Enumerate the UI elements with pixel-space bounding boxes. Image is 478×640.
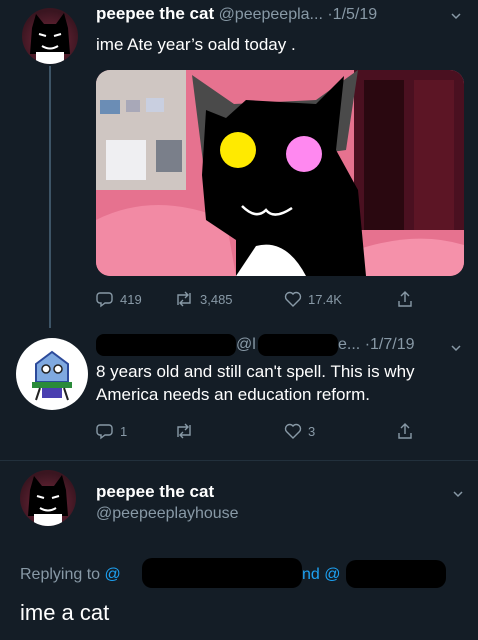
tweet-text: ime a cat xyxy=(20,600,110,625)
retweet-button[interactable] xyxy=(174,422,284,440)
share-icon xyxy=(398,291,412,307)
replying-to-mention[interactable]: @ xyxy=(105,566,121,583)
tweet-header-end: e... ·1/7/19 xyxy=(338,336,415,354)
redacted-mention-2 xyxy=(346,560,446,588)
replying-to: Replying to @ xyxy=(20,566,121,584)
avatar[interactable] xyxy=(16,338,88,410)
chevron-down-icon[interactable] xyxy=(450,10,462,22)
handle[interactable]: @peepeeplayhouse xyxy=(96,505,239,523)
replying-to-mention-2[interactable]: @ xyxy=(324,566,340,583)
redacted-mention xyxy=(142,558,302,588)
avatar[interactable] xyxy=(20,470,76,526)
redacted-handle xyxy=(258,334,338,356)
retweet-count: 3,485 xyxy=(200,291,233,307)
reply-icon xyxy=(96,424,113,440)
share-icon xyxy=(398,423,412,439)
tweet-text: 8 years old and still can't spell. This … xyxy=(96,362,415,404)
reply-count: 1 xyxy=(120,423,128,439)
share-button[interactable] xyxy=(396,422,414,440)
handle-end[interactable]: e... xyxy=(338,336,360,353)
reply-icon xyxy=(96,292,113,308)
replying-to-mid: nd xyxy=(302,566,320,583)
chevron-down-icon[interactable] xyxy=(452,488,464,500)
redacted-name xyxy=(96,334,236,356)
share-button[interactable] xyxy=(396,290,414,308)
tweet-actions: 1 3 xyxy=(96,422,436,440)
replying-to-label: Replying to xyxy=(20,566,101,583)
reply-button[interactable]: 1 xyxy=(96,422,174,440)
retweet-button[interactable]: 3,485 xyxy=(174,290,284,308)
tweet-header: peepee the cat @peepeepla... ·1/5/19 xyxy=(96,4,377,24)
like-button[interactable]: 17.4K xyxy=(284,290,396,308)
avatar[interactable] xyxy=(22,8,78,64)
like-count: 3 xyxy=(308,423,316,439)
display-name[interactable]: peepee the cat xyxy=(96,482,214,502)
like-icon xyxy=(284,291,302,307)
like-count: 17.4K xyxy=(308,291,342,307)
handle[interactable]: @peepeepla... xyxy=(219,6,323,23)
reply-button[interactable]: 419 xyxy=(96,290,174,308)
tweet-text: ime Ate year’s oald today . xyxy=(96,35,296,54)
like-icon xyxy=(284,423,302,439)
retweet-icon xyxy=(177,423,191,439)
reply-count: 419 xyxy=(120,291,142,307)
tweet-date[interactable]: ·1/7/19 xyxy=(365,336,415,353)
like-button[interactable]: 3 xyxy=(284,422,396,440)
tweet-photo[interactable] xyxy=(96,70,464,276)
chevron-down-icon[interactable] xyxy=(450,342,462,354)
handle[interactable]: @l xyxy=(236,336,256,353)
tweet-header: @l xyxy=(236,336,256,354)
tweet-actions: 419 3,485 17.4K xyxy=(96,290,436,308)
divider xyxy=(0,460,478,461)
replying-to-end: nd @ xyxy=(302,566,341,584)
thread-line xyxy=(49,66,51,328)
display-name[interactable]: peepee the cat xyxy=(96,4,214,23)
retweet-icon xyxy=(177,291,191,307)
tweet-date[interactable]: ·1/5/19 xyxy=(327,6,377,23)
